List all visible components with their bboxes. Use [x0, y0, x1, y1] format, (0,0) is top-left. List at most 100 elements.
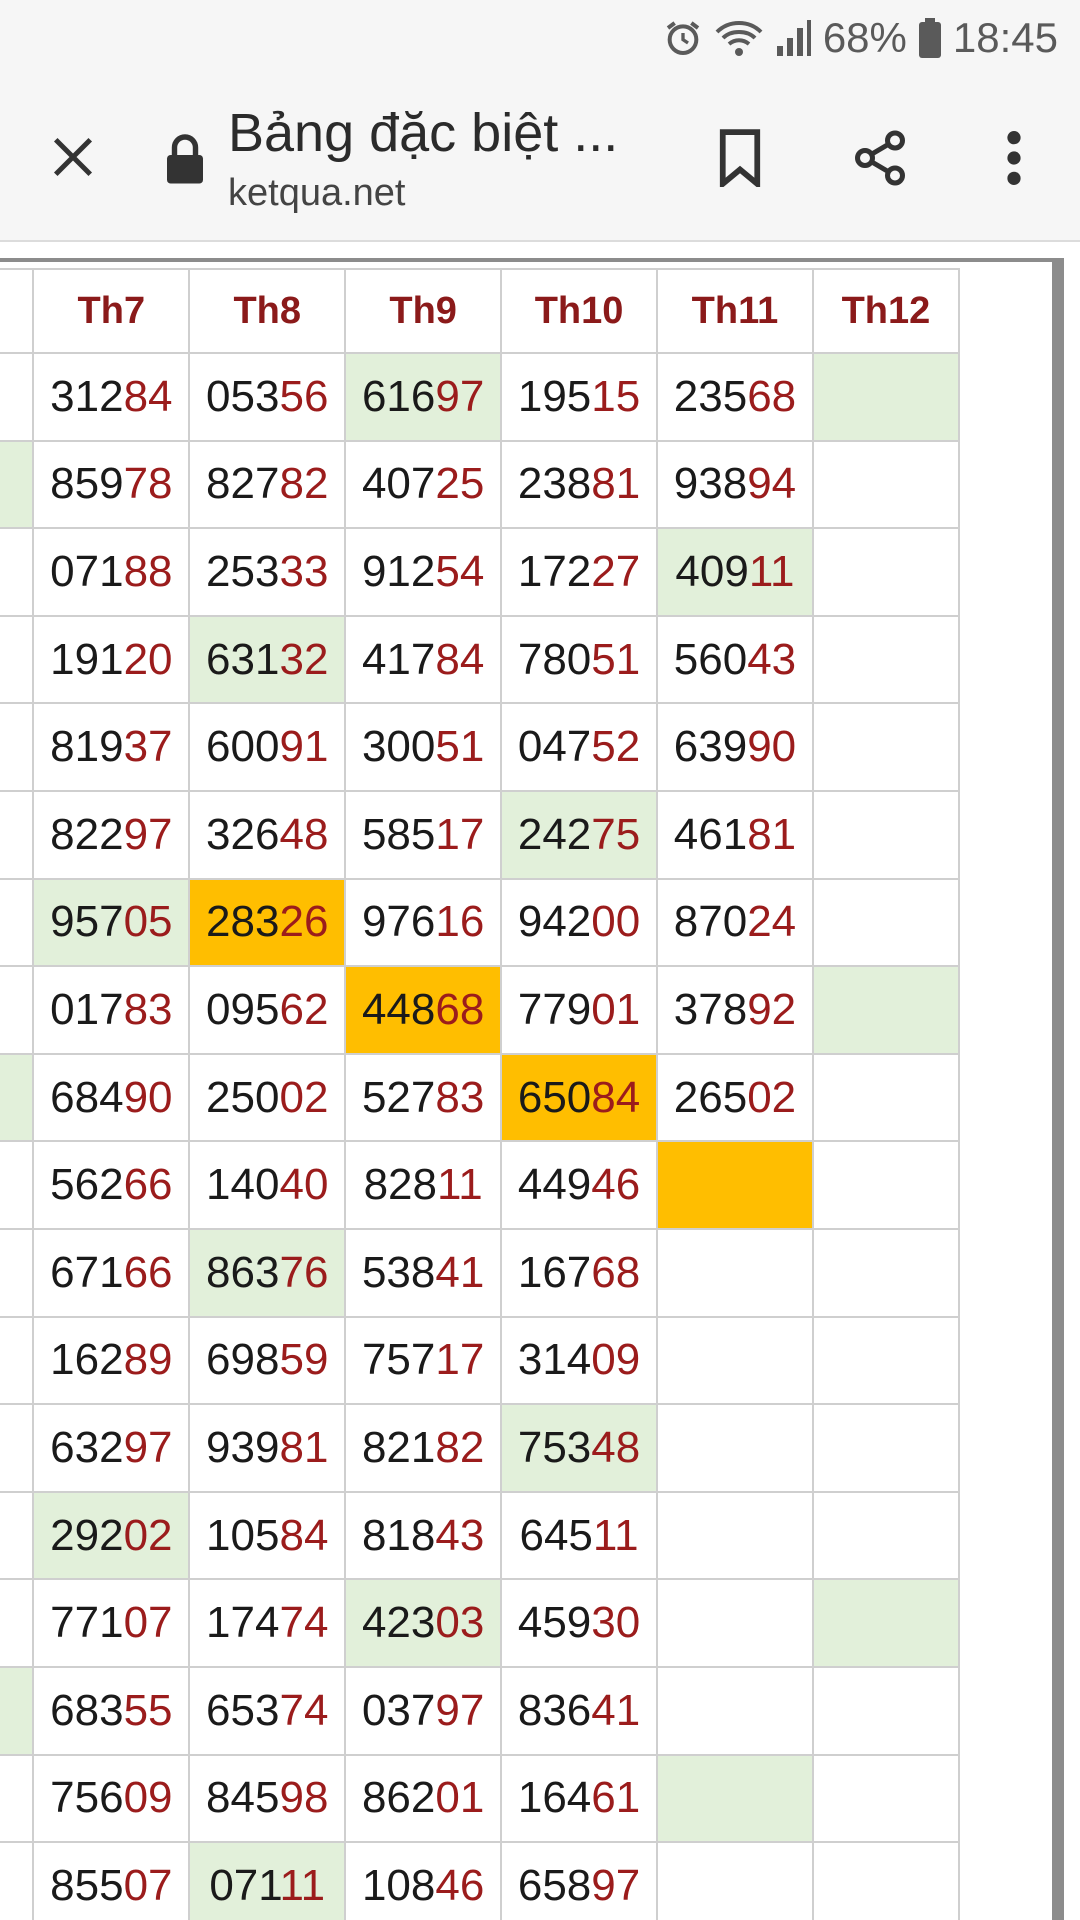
number-tail: 84 [123, 371, 173, 421]
table-cell: 41784 [344, 614, 503, 705]
table-cell: 40725 [344, 439, 503, 530]
column-header: Th7 [32, 268, 191, 354]
column-header: Th10 [500, 268, 658, 354]
number-head: 828 [363, 1160, 437, 1210]
number-head: 407 [361, 459, 436, 509]
table-cell: 82811 [344, 1140, 503, 1230]
table-cell: 46181 [656, 789, 814, 880]
number-head: 939 [206, 1422, 280, 1472]
number-tail: 41 [591, 1685, 641, 1735]
table-cell: 17227 [500, 527, 658, 617]
table-cell: 29202 [32, 1490, 191, 1581]
table-cell: 09562 [188, 965, 347, 1055]
table-cell: 19120 [32, 614, 191, 705]
number-head: 417 [361, 634, 436, 684]
wifi-icon [715, 18, 763, 58]
share-button[interactable] [840, 118, 920, 198]
results-table: 6Th7Th8Th9Th10Th11Th12 91312840535661697… [0, 268, 961, 1920]
number-head: 047 [517, 722, 592, 772]
number-head: 292 [50, 1510, 124, 1560]
number-head: 819 [50, 722, 124, 772]
table-cell [811, 1403, 961, 1493]
table-cell [656, 1665, 814, 1756]
table-cell: 23568 [656, 352, 814, 442]
table-cell: 63990 [656, 702, 814, 792]
table-cell: 97 [0, 1140, 35, 1230]
table-row: 9885507071111084665897 [0, 1841, 961, 1920]
table-cell: 86 [0, 614, 35, 705]
number-head: 017 [50, 984, 124, 1034]
close-button[interactable] [40, 124, 106, 190]
table-cell: 30051 [344, 702, 503, 792]
number-tail: 48 [591, 1422, 641, 1472]
number-tail: 75 [591, 809, 641, 859]
share-icon [855, 130, 905, 186]
number-head: 827 [206, 459, 280, 509]
table-cell: 86201 [344, 1753, 503, 1844]
page-title: Bảng đặc biệt ... [228, 103, 619, 163]
number-head: 632 [50, 1422, 124, 1472]
column-header: Th11 [656, 268, 814, 354]
number-tail: 48 [279, 809, 329, 859]
table-row: 9756266140408281144946 [0, 1140, 961, 1230]
table-cell: 16768 [500, 1227, 658, 1318]
number-tail: 55 [123, 1685, 173, 1735]
number-head: 242 [517, 809, 592, 859]
number-tail: 16 [435, 897, 485, 947]
number-head: 423 [361, 1598, 436, 1648]
number-tail: 56 [279, 371, 329, 421]
number-tail: 82 [279, 459, 329, 509]
number-head: 855 [50, 1860, 124, 1910]
number-tail: 00 [591, 897, 641, 947]
number-head: 071 [209, 1860, 280, 1910]
number-head: 976 [361, 897, 436, 947]
table-cell: 14040 [188, 1140, 347, 1230]
overflow-menu-button[interactable] [984, 118, 1044, 198]
table-cell: 07111 [188, 1841, 347, 1920]
table-cell: 09 [0, 1578, 35, 1668]
table-cell [811, 965, 961, 1055]
table-cell [811, 1578, 961, 1668]
number-tail: 33 [279, 546, 329, 596]
number-head: 938 [673, 459, 748, 509]
number-tail: 30 [591, 1598, 641, 1648]
table-cell: 95705 [32, 877, 191, 968]
table-row: 913128405356616971951523568 [0, 352, 961, 442]
table-cell: 65374 [188, 1665, 347, 1756]
number-head: 616 [361, 371, 436, 421]
table-row: 730718825333912541722740911 [0, 527, 961, 617]
number-tail: 46 [435, 1860, 485, 1910]
number-tail: 97 [591, 1860, 641, 1910]
table-cell: 05356 [188, 352, 347, 442]
number-tail: 46 [591, 1160, 641, 1210]
number-head: 639 [673, 722, 748, 772]
table-cell: 73 [0, 527, 35, 617]
table-cell: 81843 [344, 1490, 503, 1581]
number-tail: 84 [435, 634, 485, 684]
number-tail: 05 [123, 897, 173, 947]
more-vert-icon [1007, 131, 1021, 185]
table-cell: 04752 [500, 702, 658, 792]
table-cell: 77 [0, 1665, 35, 1756]
table-cell: 69859 [188, 1315, 347, 1406]
bookmark-button[interactable] [700, 118, 780, 198]
table-cell: 32648 [188, 789, 347, 880]
number-tail: 81 [591, 459, 641, 509]
number-tail: 74 [279, 1598, 329, 1648]
table-cell: 67 [0, 702, 35, 792]
table-cell [811, 1841, 961, 1920]
number-head: 191 [50, 634, 124, 684]
number-head: 053 [206, 371, 280, 421]
number-head: 409 [675, 546, 749, 596]
results-table-viewport[interactable]: 6Th7Th8Th9Th10Th11Th12 91312840535661697… [0, 262, 1062, 1920]
number-tail: 81 [279, 1422, 329, 1472]
table-body: 9131284053566169719515235685785978827824… [0, 352, 961, 1920]
number-head: 174 [206, 1598, 280, 1648]
number-head: 912 [361, 546, 436, 596]
number-head: 167 [517, 1247, 592, 1297]
table-cell: 16289 [32, 1315, 191, 1406]
table-cell [811, 1665, 961, 1756]
number-tail: 83 [123, 984, 173, 1034]
number-tail: 26 [279, 897, 329, 947]
number-tail: 82 [435, 1422, 485, 1472]
